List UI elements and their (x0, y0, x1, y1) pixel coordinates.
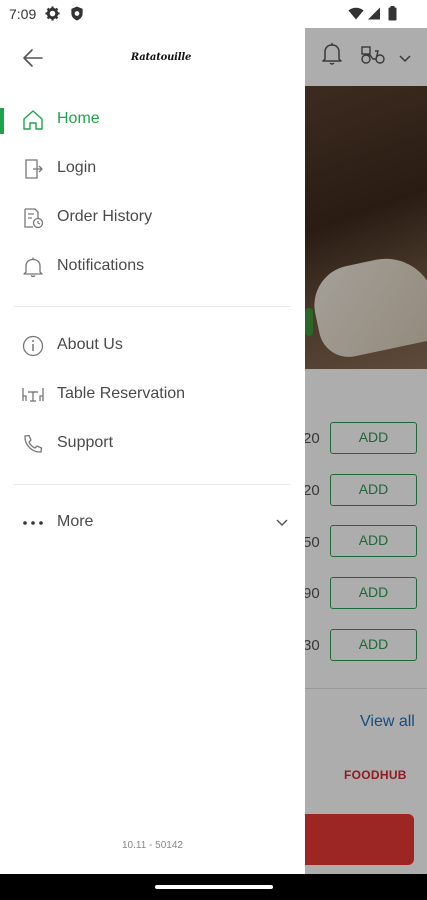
system-navigation-bar (0, 874, 427, 900)
menu-item-label: Order History (57, 208, 153, 225)
info-icon (22, 335, 44, 357)
divider (14, 484, 291, 485)
navigation-drawer: Ratatouille Home Login Order History Not… (0, 28, 305, 874)
chevron-down-icon (275, 516, 289, 530)
status-bar: 7:09 (0, 0, 427, 28)
menu-item-label: Home (57, 110, 100, 127)
phone-icon (22, 433, 44, 455)
shield-icon (70, 6, 84, 26)
menu-item-label: About Us (57, 336, 123, 353)
status-time: 7:09 (9, 6, 37, 22)
divider (14, 306, 291, 307)
login-icon (22, 158, 44, 180)
menu-item-home[interactable]: Home (0, 100, 305, 140)
menu-item-label: Table Reservation (57, 385, 186, 402)
menu-item-order-history[interactable]: Order History (0, 198, 305, 238)
bell-icon (22, 256, 44, 278)
home-gesture-handle[interactable] (155, 885, 273, 889)
menu-item-label: Login (57, 159, 97, 176)
menu-item-label: Support (57, 434, 114, 451)
menu-item-table-reservation[interactable]: Table Reservation (0, 375, 305, 415)
menu-item-label: Notifications (57, 257, 145, 274)
order-history-icon (22, 207, 44, 229)
app-version: 10.11 - 50142 (122, 840, 183, 851)
menu-item-more[interactable]: More (0, 503, 305, 543)
menu-item-label: More (57, 513, 94, 530)
home-icon (22, 109, 44, 131)
gear-icon (45, 6, 60, 26)
battery-icon (388, 6, 397, 26)
more-dots-icon (22, 512, 44, 534)
menu-item-login[interactable]: Login (0, 149, 305, 189)
menu-item-support[interactable]: Support (0, 424, 305, 464)
menu-item-about-us[interactable]: About Us (0, 326, 305, 366)
brand-logo: Ratatouille (130, 52, 192, 63)
menu-item-notifications[interactable]: Notifications (0, 247, 305, 287)
signal-icon (367, 6, 381, 26)
table-reservation-icon (22, 384, 44, 406)
wifi-icon (348, 6, 364, 26)
